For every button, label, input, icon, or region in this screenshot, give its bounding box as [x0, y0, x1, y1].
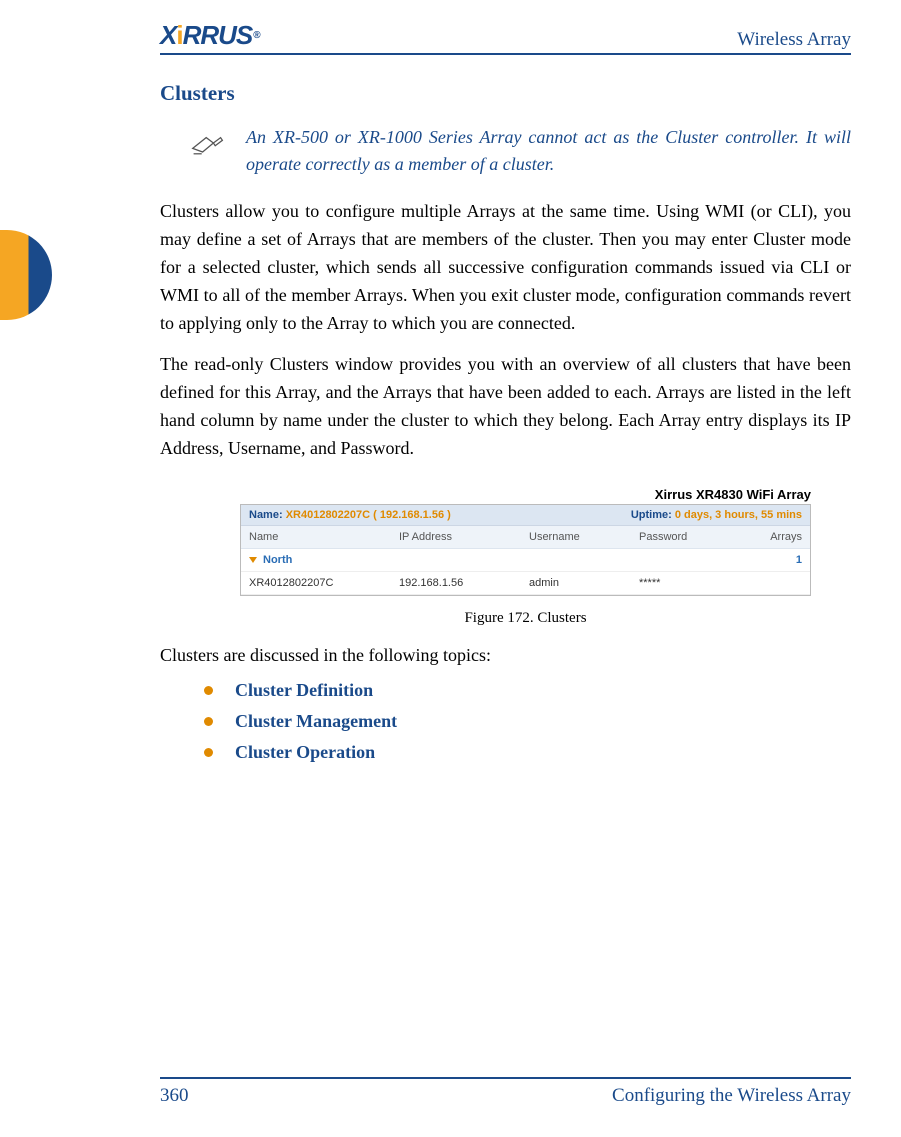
ss-cluster-row: North 1: [241, 549, 810, 572]
page-footer: 360 Configuring the Wireless Array: [160, 1077, 851, 1107]
col-user: Username: [521, 526, 631, 548]
bullet-icon: [204, 686, 213, 695]
row-name: XR4012802207C: [241, 572, 391, 594]
body-paragraph-2: The read-only Clusters window provides y…: [160, 351, 851, 463]
row-user: admin: [521, 572, 631, 594]
cluster-count: 1: [529, 549, 811, 571]
figure-caption: Figure 172. Clusters: [240, 610, 811, 627]
topic-label: Cluster Management: [235, 711, 397, 732]
figure: Xirrus XR4830 WiFi Array Name: XR4012802…: [240, 487, 811, 627]
ss-name-value: XR4012802207C ( 192.168.1.56 ): [286, 509, 451, 521]
body-paragraph-1: Clusters allow you to configure multiple…: [160, 198, 851, 337]
row-ip: 192.168.1.56: [391, 572, 521, 594]
ss-name-label: Name:: [249, 509, 283, 521]
topic-link[interactable]: Cluster Definition: [204, 680, 851, 701]
ss-uptime-value: 0 days, 3 hours, 55 mins: [675, 509, 802, 521]
bullet-icon: [204, 717, 213, 726]
col-name: Name: [241, 526, 391, 548]
topic-link[interactable]: Cluster Operation: [204, 742, 851, 763]
note-text: An XR-500 or XR-1000 Series Array cannot…: [246, 124, 851, 178]
page-header: XiRRUS® Wireless Array: [160, 20, 851, 55]
ss-column-headers: Name IP Address Username Password Arrays: [241, 526, 810, 549]
note-block: An XR-500 or XR-1000 Series Array cannot…: [190, 124, 851, 178]
topic-link[interactable]: Cluster Management: [204, 711, 851, 732]
ss-uptime-label: Uptime:: [631, 509, 672, 521]
bullet-icon: [204, 748, 213, 757]
expand-icon: [249, 557, 257, 563]
topic-label: Cluster Operation: [235, 742, 375, 763]
document-title: Wireless Array: [737, 29, 851, 51]
col-ip: IP Address: [391, 526, 521, 548]
topics-intro: Clusters are discussed in the following …: [160, 645, 851, 666]
col-pass: Password: [631, 526, 741, 548]
logo: XiRRUS®: [160, 20, 260, 51]
topic-label: Cluster Definition: [235, 680, 373, 701]
row-pass: *****: [631, 572, 741, 594]
cluster-name: North: [263, 549, 529, 571]
topic-list: Cluster Definition Cluster Management Cl…: [204, 680, 851, 763]
section-heading: Clusters: [160, 81, 851, 106]
clusters-screenshot: Name: XR4012802207C ( 192.168.1.56 ) Upt…: [240, 504, 811, 596]
ss-data-row: XR4012802207C 192.168.1.56 admin *****: [241, 572, 810, 595]
screenshot-product-title: Xirrus XR4830 WiFi Array: [240, 487, 811, 502]
chapter-title: Configuring the Wireless Array: [612, 1085, 851, 1107]
note-hand-icon: [190, 128, 226, 158]
col-arrays: Arrays: [741, 526, 810, 548]
page-number: 360: [160, 1085, 189, 1107]
